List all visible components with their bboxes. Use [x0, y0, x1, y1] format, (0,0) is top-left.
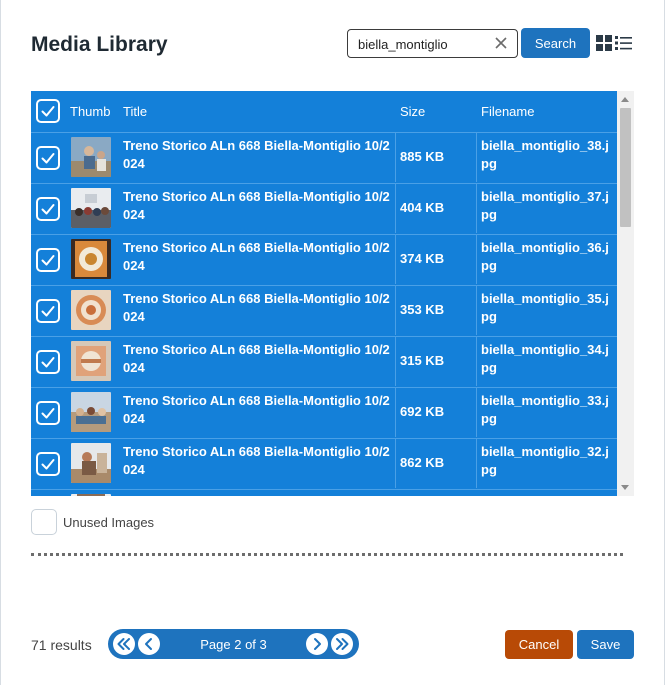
table-header: Thumb Title Size Filename: [31, 91, 617, 132]
cell-filename: biella_montiglio_37.jpg: [481, 189, 609, 222]
table-row[interactable]: Treno Storico ALn 668 Biella-Montiglio 1…: [31, 183, 617, 233]
thumbnail-image[interactable]: [71, 188, 111, 228]
thumbnail-image[interactable]: [71, 290, 111, 330]
column-divider: [395, 235, 396, 284]
search-button[interactable]: Search: [521, 28, 590, 58]
column-divider: [476, 286, 477, 335]
cell-filename: biella_montiglio_35.jpg: [481, 291, 609, 324]
column-header-filename[interactable]: Filename: [481, 104, 534, 119]
column-divider: [476, 439, 477, 488]
cell-filename: biella_montiglio_36.jpg: [481, 240, 609, 273]
column-divider: [476, 184, 477, 233]
column-divider: [476, 133, 477, 182]
search-input[interactable]: [358, 36, 488, 53]
cell-size: 374 KB: [400, 251, 445, 266]
page-indicator: Page 2 of 3: [200, 637, 267, 652]
cell-size: 315 KB: [400, 353, 445, 368]
row-checkbox[interactable]: [36, 350, 60, 374]
row-checkbox[interactable]: [36, 452, 60, 476]
table-row[interactable]: Treno Storico ALn 668 Biella-Montiglio 1…: [31, 234, 617, 284]
cell-size: 885 KB: [400, 149, 445, 164]
cell-title: Treno Storico ALn 668 Biella-Montiglio 1…: [123, 393, 390, 426]
cell-filename: biella_montiglio_33.jpg: [481, 393, 609, 426]
column-divider: [395, 133, 396, 182]
row-checkbox[interactable]: [36, 197, 60, 221]
column-divider: [395, 388, 396, 437]
first-page-button[interactable]: [113, 633, 135, 655]
select-all-checkbox[interactable]: [36, 99, 60, 123]
row-checkbox[interactable]: [36, 299, 60, 323]
cell-size: 353 KB: [400, 302, 445, 317]
cell-size: 692 KB: [400, 404, 445, 419]
cell-size: 404 KB: [400, 200, 445, 215]
scrollbar-thumb[interactable]: [620, 108, 631, 227]
cell-size: 862 KB: [400, 455, 445, 470]
column-divider: [476, 235, 477, 284]
grid-view-icon[interactable]: [596, 35, 612, 51]
double-chevron-right-icon: [336, 638, 349, 650]
cell-title: Treno Storico ALn 668 Biella-Montiglio 1…: [123, 189, 390, 222]
table-row[interactable]: Treno Storico ALn 668 Biella-Montiglio 1…: [31, 336, 617, 386]
row-checkbox[interactable]: [36, 146, 60, 170]
table-row[interactable]: [31, 489, 617, 496]
cell-title: Treno Storico ALn 668 Biella-Montiglio 1…: [123, 444, 390, 477]
column-divider: [476, 388, 477, 437]
cell-title: Treno Storico ALn 668 Biella-Montiglio 1…: [123, 291, 390, 324]
unused-images-checkbox[interactable]: [31, 509, 57, 535]
column-header-title[interactable]: Title: [123, 104, 147, 119]
previous-page-button[interactable]: [138, 633, 160, 655]
results-count: 71 results: [31, 637, 92, 653]
column-header-thumb[interactable]: Thumb: [70, 104, 110, 119]
clear-search-icon[interactable]: [493, 35, 509, 51]
next-page-button[interactable]: [306, 633, 328, 655]
dialog-title: Media Library: [31, 33, 168, 56]
save-button[interactable]: Save: [577, 630, 634, 659]
cell-filename: biella_montiglio_34.jpg: [481, 342, 609, 375]
cancel-button[interactable]: Cancel: [505, 630, 573, 659]
chevron-right-icon: [314, 638, 321, 650]
thumbnail-image[interactable]: [71, 137, 111, 177]
scroll-down-arrow-icon[interactable]: [621, 485, 629, 490]
thumbnail-image[interactable]: [71, 239, 111, 279]
unused-images-label[interactable]: Unused Images: [63, 515, 154, 530]
table-row[interactable]: Treno Storico ALn 668 Biella-Montiglio 1…: [31, 387, 617, 437]
dialog-border-left: [0, 0, 1, 685]
progress-divider: [31, 553, 623, 556]
cell-title: Treno Storico ALn 668 Biella-Montiglio 1…: [123, 240, 390, 273]
column-header-size[interactable]: Size: [400, 104, 425, 119]
search-field[interactable]: [347, 29, 518, 58]
thumbnail-image[interactable]: [71, 341, 111, 381]
pagination: Page 2 of 3: [108, 629, 359, 659]
cell-filename: biella_montiglio_32.jpg: [481, 444, 609, 477]
row-checkbox[interactable]: [36, 248, 60, 272]
row-checkbox[interactable]: [36, 401, 60, 425]
table-row[interactable]: Treno Storico ALn 668 Biella-Montiglio 1…: [31, 438, 617, 488]
column-divider: [395, 184, 396, 233]
cell-title: Treno Storico ALn 668 Biella-Montiglio 1…: [123, 342, 390, 375]
thumbnail-image[interactable]: [71, 494, 111, 496]
column-divider: [395, 286, 396, 335]
chevron-left-icon: [145, 638, 152, 650]
table-row[interactable]: Treno Storico ALn 668 Biella-Montiglio 1…: [31, 132, 617, 182]
thumbnail-image[interactable]: [71, 443, 111, 483]
list-view-icon[interactable]: [615, 35, 632, 51]
media-table: Thumb Title Size Filename Treno Storico …: [31, 91, 634, 496]
scroll-up-arrow-icon[interactable]: [621, 97, 629, 102]
last-page-button[interactable]: [331, 633, 353, 655]
table-row[interactable]: Treno Storico ALn 668 Biella-Montiglio 1…: [31, 285, 617, 335]
double-chevron-left-icon: [117, 638, 130, 650]
column-divider: [395, 439, 396, 488]
column-divider: [476, 337, 477, 386]
thumbnail-image[interactable]: [71, 392, 111, 432]
column-divider: [395, 337, 396, 386]
cell-filename: biella_montiglio_38.jpg: [481, 138, 609, 171]
table-scrollbar[interactable]: [617, 91, 634, 496]
cell-title: Treno Storico ALn 668 Biella-Montiglio 1…: [123, 138, 390, 171]
